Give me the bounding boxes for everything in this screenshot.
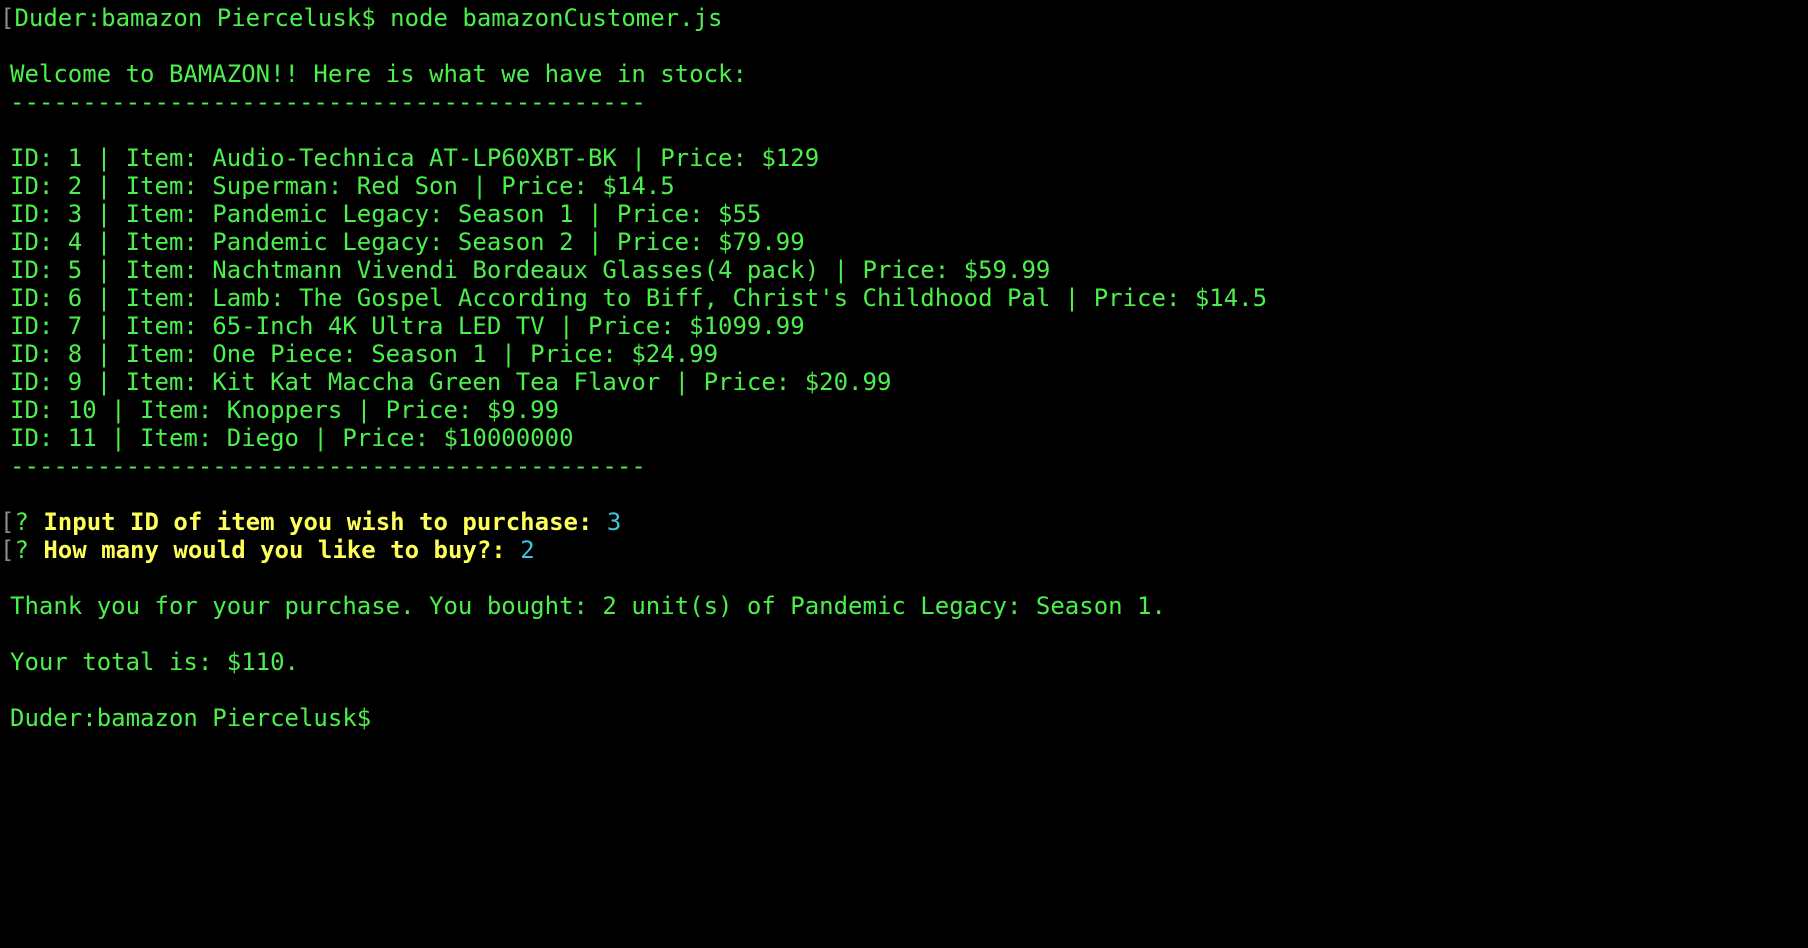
item-row: ID: 3 | Item: Pandemic Legacy: Season 1 … [10, 200, 762, 228]
line-bracket: [ [0, 4, 15, 32]
question-quantity-answer: 2 [520, 536, 535, 564]
item-row: ID: 5 | Item: Nachtmann Vivendi Bordeaux… [10, 256, 1051, 284]
question-quantity: [? How many would you like to buy?: 2 [0, 536, 1808, 564]
thank-you-message: Thank you for your purchase. You bought:… [10, 592, 1166, 620]
final-shell-prompt: Duder:bamazon Piercelusk$ [10, 704, 372, 732]
divider-top: ----------------------------------------… [10, 88, 646, 116]
line-bracket: [ [0, 536, 15, 564]
final-prompt-line[interactable]: Duder:bamazon Piercelusk$ [0, 704, 1808, 732]
shell-prompt: Duder:bamazon Piercelusk$ [14, 4, 376, 32]
question-mark-icon: ? [14, 508, 29, 536]
question-quantity-text: How many would you like to buy?: [43, 536, 506, 564]
total-message: Your total is: $110. [10, 648, 299, 676]
item-row: ID: 10 | Item: Knoppers | Price: $9.99 [10, 396, 560, 424]
question-mark-icon: ? [14, 536, 29, 564]
item-row: ID: 2 | Item: Superman: Red Son | Price:… [10, 172, 675, 200]
line-bracket: [ [0, 508, 15, 536]
command-line: [Duder:bamazon Piercelusk$ node bamazonC… [0, 4, 1808, 32]
question-item-id: [? Input ID of item you wish to purchase… [0, 508, 1808, 536]
item-row: ID: 4 | Item: Pandemic Legacy: Season 2 … [10, 228, 805, 256]
divider-bottom: ----------------------------------------… [10, 452, 646, 480]
terminal-window[interactable]: [Duder:bamazon Piercelusk$ node bamazonC… [0, 0, 1808, 948]
item-row: ID: 1 | Item: Audio-Technica AT-LP60XBT-… [10, 144, 820, 172]
item-row: ID: 8 | Item: One Piece: Season 1 | Pric… [10, 340, 719, 368]
question-item-id-text: Input ID of item you wish to purchase: [43, 508, 593, 536]
question-item-id-answer: 3 [606, 508, 622, 536]
item-row: ID: 9 | Item: Kit Kat Maccha Green Tea F… [10, 368, 892, 396]
welcome-message: Welcome to BAMAZON!! Here is what we hav… [10, 60, 747, 88]
item-row: ID: 7 | Item: 65-Inch 4K Ultra LED TV | … [10, 312, 805, 340]
item-row: ID: 6 | Item: Lamb: The Gospel According… [10, 284, 1268, 312]
item-row: ID: 11 | Item: Diego | Price: $10000000 [10, 424, 574, 452]
shell-command: node bamazonCustomer.js [390, 4, 723, 32]
